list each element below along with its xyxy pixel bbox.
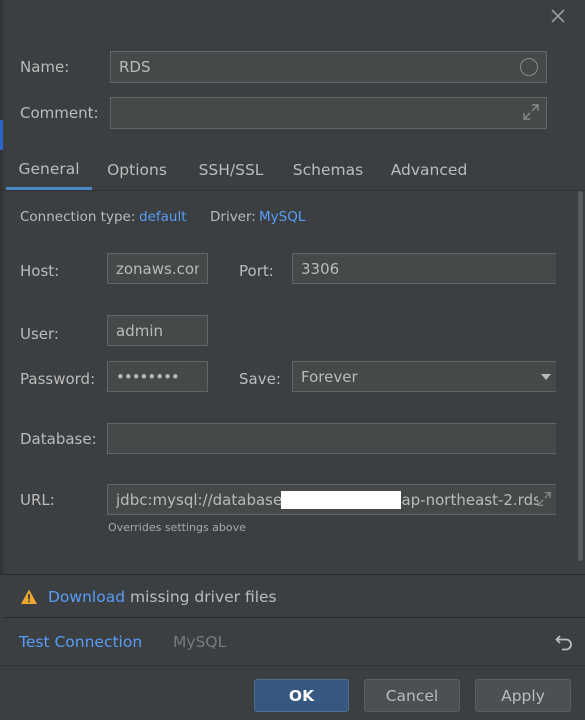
port-label: Port: [239,262,274,280]
driver-name-label: MySQL [173,633,227,651]
tab-bar: General Options SSH/SSL Schemas Advanced [3,150,585,191]
scrollbar[interactable] [577,191,585,573]
data-source-dialog: Name: RDS Comment: General Options SSH/S… [0,0,585,720]
comment-field[interactable] [110,97,547,129]
apply-button[interactable]: Apply [475,679,571,712]
save-combobox[interactable]: Forever [292,361,556,392]
driver-label: Driver: [210,209,256,225]
port-field[interactable]: 3306 [292,253,556,284]
expand-url-icon[interactable] [536,491,554,509]
comment-label: Comment: [20,104,99,122]
tab-options[interactable]: Options [99,150,175,190]
user-label: User: [20,325,59,343]
cancel-button[interactable]: Cancel [364,679,460,712]
connection-type-link[interactable]: default [139,209,187,225]
url-field[interactable]: jdbc:mysql://database-1. ap-northeast-2.… [107,484,556,515]
chevron-down-icon[interactable] [536,362,556,391]
password-label: Password: [20,370,96,388]
test-connection-link[interactable]: Test Connection [19,633,142,651]
password-field[interactable]: •••••••• [107,361,208,392]
revert-icon[interactable] [554,631,574,651]
host-field[interactable]: zonaws.com [107,253,208,284]
connection-type-label: Connection type: [20,209,136,225]
url-hint: Overrides settings above [108,521,246,534]
save-label: Save: [239,370,281,388]
tab-general[interactable]: General [6,150,92,190]
section-divider [3,574,585,575]
database-label: Database: [20,430,97,448]
driver-warning: Download missing driver files [20,585,277,609]
driver-link[interactable]: MySQL [259,209,305,225]
save-value: Forever [301,367,358,386]
url-label: URL: [20,491,55,509]
name-value: RDS [119,58,151,76]
left-edge [0,0,3,575]
ok-button[interactable]: OK [254,679,349,712]
database-field[interactable] [107,423,556,454]
user-value: admin [116,321,163,340]
tab-advanced[interactable]: Advanced [385,150,473,190]
redacted-block [281,490,402,509]
warning-icon [20,588,38,606]
warning-divider [3,617,585,618]
host-value: zonaws.com [116,259,199,278]
url-prefix: jdbc:mysql://database-1. [116,490,282,509]
warning-text: missing driver files [125,588,277,606]
name-field[interactable]: RDS [110,51,547,83]
host-label: Host: [20,262,60,280]
left-edge-accent [0,120,3,150]
password-value: •••••••• [116,367,179,386]
scrollbar-thumb[interactable] [578,191,583,561]
tab-ssh-ssl[interactable]: SSH/SSL [191,150,271,190]
color-picker-icon[interactable] [520,58,538,76]
url-suffix: ap-northeast-2.rds.a [401,490,538,509]
close-icon[interactable] [548,8,568,28]
expand-icon[interactable] [522,103,540,121]
port-value: 3306 [301,259,340,278]
download-link[interactable]: Download [48,588,125,606]
tab-schemas[interactable]: Schemas [286,150,370,190]
user-field[interactable]: admin [107,315,208,346]
name-label: Name: [20,58,70,76]
